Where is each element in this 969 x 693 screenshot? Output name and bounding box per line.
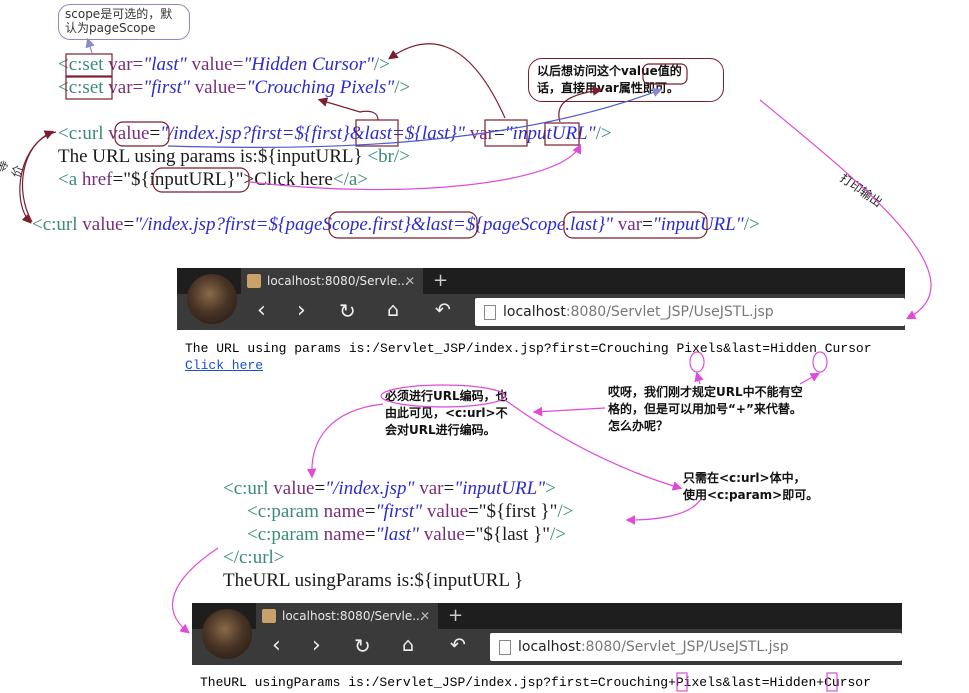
arrow-print-2 [172,547,219,634]
box-value-word [642,63,688,85]
circle-url-encode [380,384,506,408]
box-cset-2 [65,76,113,100]
annotation-overlay [19,37,932,692]
arrow-need-encode [532,406,606,417]
box-first [355,119,399,147]
arrow-equiv [19,131,57,224]
arrow-space-1 [694,371,704,385]
box-var [544,122,580,146]
arrow-last [388,43,506,119]
box-value [114,121,170,147]
arrow-space-2 [799,372,821,385]
arrow-var-note [558,86,603,123]
arrow-equiv-up [21,130,55,223]
arrow-scope [85,37,95,54]
arrow-href [249,143,582,191]
box-inputurl [152,167,250,193]
box-cset-1 [65,53,113,77]
circle-space-2 [812,351,828,373]
arrow-print [759,99,932,320]
circle-space-1 [689,351,705,373]
box-last [484,119,528,147]
arrow-to-code2 [306,403,384,479]
arrow-encode-param [504,399,683,491]
arrow-first [317,97,379,121]
box-plus-2 [826,672,838,692]
box-pagescope-first [328,211,478,239]
box-pagescope-last [563,211,708,239]
arrow-inputurl-var [167,88,663,149]
arrow-param [625,499,701,525]
box-plus-1 [676,672,688,692]
